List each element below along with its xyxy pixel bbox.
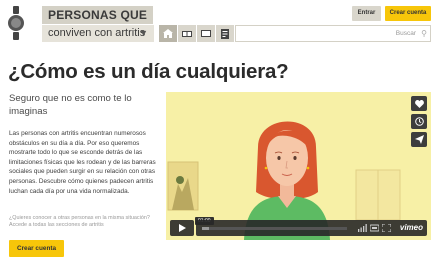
site-header: PERSONAS QUE conviven con artritis ▼ Bus… — [0, 0, 439, 46]
play-icon — [178, 224, 186, 232]
home-icon — [163, 29, 173, 38]
book-button[interactable] — [178, 25, 196, 42]
community-link[interactable]: ¿Quieres conocer a otras personas en la … — [9, 215, 159, 230]
book-icon — [182, 30, 192, 37]
send-icon — [414, 135, 424, 144]
monitor-icon — [201, 29, 211, 37]
home-button[interactable] — [159, 25, 177, 42]
search-input[interactable]: Buscar ⚲ — [235, 25, 431, 42]
section-selector-label: conviven con artritis — [48, 27, 146, 39]
vimeo-logo[interactable]: vimeo — [400, 223, 423, 232]
section-selector[interactable]: conviven con artritis ▼ — [42, 25, 154, 42]
like-button[interactable] — [411, 96, 427, 111]
watch-later-button[interactable] — [411, 114, 427, 129]
video-player[interactable]: 01:00 vimeo — [166, 92, 431, 240]
search-placeholder: Buscar — [395, 30, 416, 37]
intro-paragraph: Las personas con artritis encuentran num… — [9, 130, 156, 195]
progress-track[interactable] — [202, 227, 347, 230]
nav-buttons — [159, 25, 234, 42]
document-button[interactable] — [216, 25, 234, 42]
progress-fill — [202, 227, 210, 230]
video-controls: vimeo — [170, 220, 427, 236]
heart-icon — [414, 99, 424, 108]
page-subtitle: Seguro que no es como te lo imaginas — [9, 93, 132, 117]
document-icon — [221, 28, 229, 39]
search-icon[interactable]: ⚲ — [421, 26, 427, 41]
share-button[interactable] — [411, 132, 427, 147]
play-button[interactable] — [170, 220, 194, 236]
monitor-button[interactable] — [197, 25, 215, 42]
chevron-down-icon: ▼ — [139, 28, 148, 38]
page-title: ¿Cómo es un día cualquiera? — [8, 60, 289, 83]
player-control-icons — [358, 224, 391, 232]
signup-button[interactable]: Crear cuenta — [385, 6, 431, 21]
login-button[interactable]: Entrar — [352, 6, 381, 21]
logo-icon[interactable] — [6, 6, 26, 40]
fullscreen-icon[interactable] — [382, 224, 391, 232]
video-progress-bar[interactable]: vimeo — [196, 220, 427, 236]
signup-cta-button[interactable]: Crear cuenta — [9, 240, 64, 257]
brand-title[interactable]: PERSONAS QUE — [42, 6, 154, 24]
clock-icon — [414, 117, 424, 126]
settings-icon[interactable] — [370, 224, 379, 232]
volume-icon[interactable] — [358, 224, 367, 232]
